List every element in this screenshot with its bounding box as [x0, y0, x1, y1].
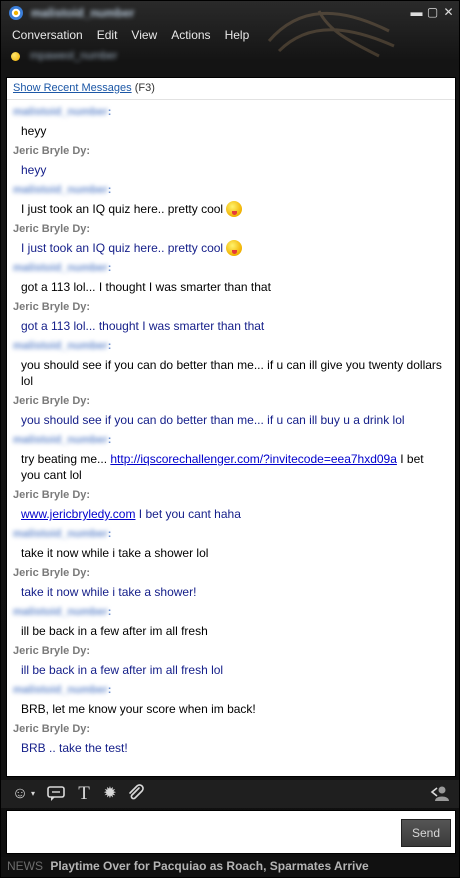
show-recent-messages-link[interactable]: Show Recent Messages — [13, 82, 132, 94]
tongue-smiley-icon — [226, 240, 243, 256]
tongue-smiley-icon — [226, 201, 243, 217]
menu-view[interactable]: View — [124, 27, 164, 45]
message-text: BRB .. take the test! — [21, 741, 128, 755]
messenger-window: malistoid_number ▬ ▢ ✕ Conversation Edit… — [0, 0, 460, 878]
message-input[interactable]: Send — [6, 810, 456, 854]
window-title: malistoid_number — [31, 6, 135, 20]
contact-status: mpaweol_number — [11, 49, 117, 63]
message: malistoid_number: heyy — [13, 104, 455, 143]
message-text: got a 113 lol... thought I was smarter t… — [21, 319, 265, 333]
sender-name: Jeric Bryle Dy — [13, 489, 87, 501]
message: malistoid_number: BRB, let me know your … — [13, 682, 455, 721]
recent-shortcut: (F3) — [134, 82, 155, 94]
recent-messages-bar: Show Recent Messages (F3) — [7, 78, 455, 100]
menu-edit[interactable]: Edit — [90, 27, 125, 45]
news-label: NEWS — [7, 859, 43, 873]
sender-name: Jeric Bryle Dy — [13, 145, 87, 157]
nudge-icon[interactable]: ✹ — [99, 784, 121, 804]
message: Jeric Bryle Dy: take it now while i take… — [13, 565, 455, 604]
title-decoration — [267, 10, 395, 58]
wink-icon[interactable] — [45, 784, 67, 804]
message: Jeric Bryle Dy: heyy — [13, 143, 455, 182]
news-headline[interactable]: Playtime Over for Pacquiao as Roach, Spa… — [50, 859, 368, 873]
website-link[interactable]: www.jericbryledy.com — [21, 507, 135, 521]
message: malistoid_number: you should see if you … — [13, 338, 455, 393]
sender-name: Jeric Bryle Dy — [13, 723, 87, 735]
message-text: take it now while i take a shower! — [21, 585, 197, 599]
message-text: take it now while i take a shower lol — [21, 546, 209, 560]
contact-status-text: mpaweol_number — [30, 50, 118, 62]
message-text: you should see if you can do better than… — [21, 358, 442, 388]
contact-card-icon[interactable] — [429, 784, 451, 804]
message: malistoid_number: got a 113 lol... I tho… — [13, 260, 455, 299]
message: Jeric Bryle Dy: www.jericbryledy.com I b… — [13, 489, 241, 521]
attach-file-icon[interactable] — [125, 784, 147, 804]
menu-help[interactable]: Help — [218, 27, 257, 45]
message-text: I just took an IQ quiz here.. pretty coo… — [21, 202, 224, 216]
message-list: malistoid_number: heyy Jeric Bryle Dy: h… — [7, 104, 455, 760]
message: Jeric Bryle Dy: got a 113 lol... thought… — [13, 299, 455, 338]
sender-name: Jeric Bryle Dy — [13, 301, 87, 313]
menu-actions[interactable]: Actions — [164, 27, 217, 45]
sender-name: Jeric Bryle Dy — [13, 223, 87, 235]
emoticon-dropdown-icon[interactable]: ▾ — [28, 784, 38, 804]
minimize-icon[interactable]: ▬ — [410, 5, 423, 19]
sender-name: malistoid_number — [13, 434, 108, 446]
message-text: heyy — [21, 124, 47, 138]
sender-name: malistoid_number — [13, 340, 108, 352]
status-dot-icon — [11, 51, 20, 61]
sender-name: Jeric Bryle Dy — [13, 567, 87, 579]
message: Jeric Bryle Dy: you should see if you ca… — [13, 393, 455, 432]
iq-quiz-link[interactable]: http://iqscorechallenger.com/?invitecode… — [110, 452, 397, 466]
sender-name: malistoid_number — [13, 606, 108, 618]
message-text: got a 113 lol... I thought I was smarter… — [21, 280, 271, 294]
sender-name: malistoid_number — [13, 184, 108, 196]
message-text: heyy — [21, 163, 47, 177]
message: malistoid_number: I just took an IQ quiz… — [13, 182, 455, 221]
message-text: I bet you cant haha — [135, 507, 241, 521]
message: Jeric Bryle Dy: BRB .. take the test! — [13, 721, 455, 760]
message-text: ill be back in a few after im all fresh … — [21, 663, 224, 677]
message-text: BRB, let me know your score when im back… — [21, 702, 256, 716]
message: malistoid_number: take it now while i ta… — [13, 526, 455, 565]
sender-name: Jeric Bryle Dy — [13, 395, 87, 407]
message-text: I just took an IQ quiz here.. pretty coo… — [21, 241, 224, 255]
send-button[interactable]: Send — [401, 819, 451, 847]
sender-name: malistoid_number — [13, 106, 108, 118]
message: Jeric Bryle Dy: I just took an IQ quiz h… — [13, 221, 455, 260]
chat-history[interactable]: Show Recent Messages (F3) malistoid_numb… — [6, 77, 456, 777]
message: Jeric Bryle Dy: ill be back in a few aft… — [13, 643, 455, 682]
font-icon[interactable]: T — [73, 784, 95, 804]
compose-toolbar: ☺ ▾ T ✹ — [1, 780, 459, 808]
sender-name: malistoid_number — [13, 684, 108, 696]
message: malistoid_number: try beating me... http… — [13, 433, 424, 483]
maximize-icon[interactable]: ▢ — [426, 5, 439, 19]
message-text: try beating me... — [21, 452, 111, 466]
news-ticker[interactable]: NEWS Playtime Over for Pacquiao as Roach… — [1, 857, 459, 877]
message-text: you should see if you can do better than… — [21, 413, 405, 427]
sender-name: malistoid_number — [13, 262, 108, 274]
messenger-logo-icon — [9, 6, 23, 20]
sender-name: malistoid_number — [13, 528, 108, 540]
message: malistoid_number: ill be back in a few a… — [13, 604, 455, 643]
title-bar[interactable]: malistoid_number ▬ ▢ ✕ — [1, 1, 459, 58]
menu-conversation[interactable]: Conversation — [5, 27, 90, 45]
menu-bar: Conversation Edit View Actions Help — [5, 27, 256, 45]
sender-name: Jeric Bryle Dy — [13, 645, 87, 657]
close-icon[interactable]: ✕ — [442, 5, 455, 19]
message-text: ill be back in a few after im all fresh — [21, 624, 208, 638]
